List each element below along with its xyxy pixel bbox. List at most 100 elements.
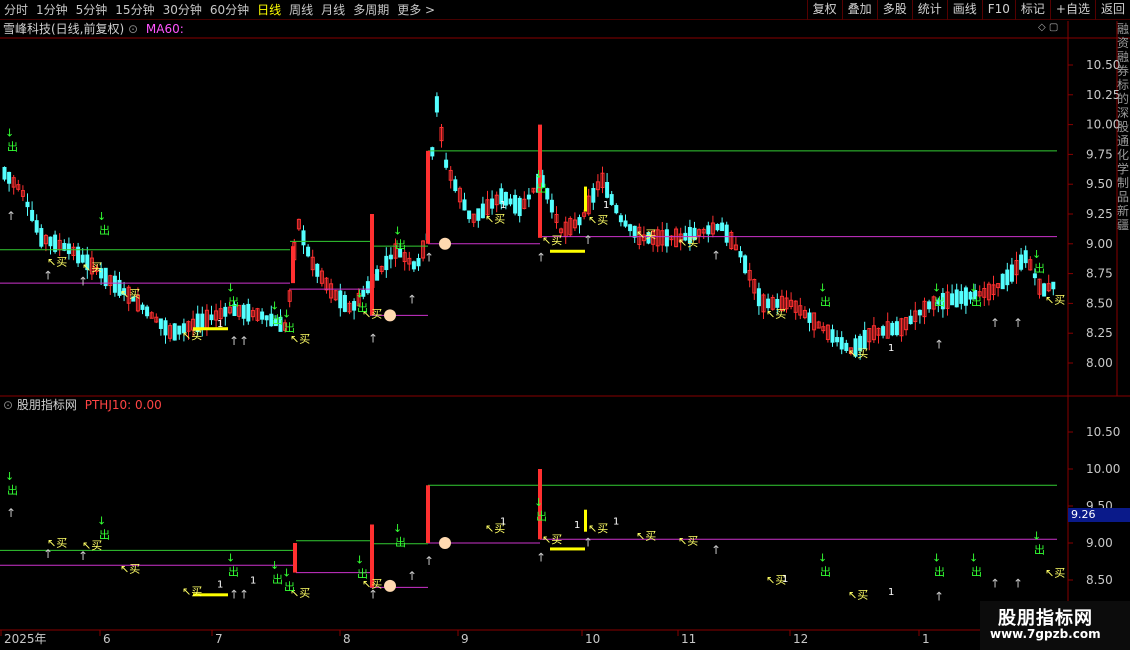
ind-sell-signal: 出 [228, 565, 239, 579]
ind-y-tick: 8.50 [1086, 573, 1113, 587]
main-y-tick: 9.00 [1086, 237, 1113, 251]
candle-body [664, 229, 669, 247]
sell-arrow-icon: ↓ [818, 281, 827, 294]
sell-arrow-icon: ↓ [355, 287, 364, 300]
sell-signal: 出 [971, 294, 982, 308]
candle-body [7, 171, 12, 184]
candle-body [807, 312, 812, 323]
candle-body [715, 223, 720, 231]
ind-sell-arrow-icon: ↓ [355, 554, 364, 567]
candle-body [30, 209, 35, 221]
candle-body [1009, 264, 1014, 282]
signal-bar [426, 150, 430, 244]
ind-sell-arrow-icon: ↓ [534, 496, 543, 509]
sell-arrow-icon: ↓ [393, 224, 402, 237]
ind-red-up-arrow-icon: ↑ [711, 543, 721, 557]
candle-body [623, 220, 628, 227]
candle-body [163, 320, 168, 336]
candle-body [549, 199, 554, 213]
one-label: 1 [217, 319, 223, 330]
candle-body [140, 304, 145, 310]
buy-signal: ↖买 [678, 236, 698, 249]
sell-arrow-icon: ↓ [932, 281, 941, 294]
ind-one-label: 1 [574, 520, 580, 531]
candle-body [462, 199, 467, 211]
signal-bar [370, 214, 374, 316]
buy-signal: ↖买 [120, 287, 140, 300]
kline-chart[interactable]: 10.50 10.25 10.00 9.75 9.50 9.25 9.00 8.75 8.50 8… [0, 0, 1130, 650]
candle-body [200, 313, 205, 329]
candle-body [209, 314, 214, 321]
candle-body [342, 294, 347, 312]
candle-body [315, 263, 320, 277]
candle-body [158, 318, 163, 329]
ind-red-up-arrow-icon: ↑ [536, 551, 546, 565]
watermark-url: www.7gpzb.com [990, 627, 1101, 641]
red-up-arrow-icon: ↑ [1013, 316, 1023, 330]
candle-body [48, 236, 53, 247]
red-up-arrow-icon: ↑ [407, 292, 417, 306]
ind-sell-signal: 出 [395, 535, 406, 549]
candle-body [338, 290, 343, 309]
sell-arrow-icon: ↓ [1032, 248, 1041, 261]
candle-body [1000, 273, 1005, 290]
candle-body [706, 225, 711, 235]
ind-signal-bar [426, 485, 430, 543]
ind-one-label: 1 [888, 587, 894, 598]
candle-body [301, 230, 306, 246]
ind-sell-signal: 出 [1034, 542, 1045, 556]
candle-body [881, 326, 886, 336]
ind-sell-arrow-icon: ↓ [270, 559, 279, 572]
sell-signal: 出 [820, 294, 831, 308]
red-up-arrow-icon: ↑ [424, 251, 434, 265]
ind-sell-arrow-icon: ↓ [226, 552, 235, 565]
candle-body [517, 197, 522, 217]
buy-signal: ↖买 [848, 347, 868, 360]
red-up-arrow-icon: ↑ [711, 248, 721, 262]
sell-arrow-icon: ↓ [969, 281, 978, 294]
x-axis-label: 7 [215, 632, 223, 646]
ind-yellow-marker [584, 509, 587, 532]
ind-sell-signal: 出 [357, 567, 368, 581]
ind-sell-arrow-icon: ↓ [969, 552, 978, 565]
red-up-arrow-icon: ↑ [6, 209, 16, 223]
red-up-arrow-icon: ↑ [368, 332, 378, 346]
candle-body [614, 205, 619, 214]
sell-signal: 出 [284, 321, 295, 335]
ind-buy-signal: ↖买 [848, 589, 868, 602]
ind-buy-signal: ↖买 [636, 529, 656, 542]
candle-body [306, 246, 311, 257]
x-axis-label: 2025年 [4, 632, 47, 646]
buy-signal: ↖买 [636, 228, 656, 241]
candle-body [172, 323, 177, 341]
candle-body [430, 147, 435, 157]
x-axis-label: 6 [103, 632, 111, 646]
ind-y-tick: 10.00 [1086, 462, 1120, 476]
candle-body [1051, 281, 1056, 290]
candle-body [766, 298, 771, 309]
candle-body [411, 261, 416, 270]
ind-signal-bar [293, 543, 297, 573]
sell-arrow-icon: ↓ [534, 168, 543, 181]
x-axis-label: 12 [793, 632, 808, 646]
red-up-arrow-icon: ↑ [78, 275, 88, 289]
ind-one-label: 1 [250, 576, 256, 587]
candle-body [39, 228, 44, 247]
ind-red-up-arrow-icon: ↑ [368, 588, 378, 602]
red-up-arrow-icon: ↑ [239, 334, 249, 348]
ind-sell-arrow-icon: ↓ [932, 552, 941, 565]
one-label: 1 [500, 200, 506, 211]
x-axis-label: 10 [585, 632, 600, 646]
candle-body [223, 306, 228, 317]
buy-signal: ↖买 [542, 234, 562, 247]
candle-body [388, 254, 393, 260]
hand-icon [439, 237, 451, 250]
ind-one-label: 1 [782, 574, 788, 585]
candle-body [591, 188, 596, 203]
ind-red-up-arrow-icon: ↑ [990, 576, 1000, 590]
candle-body [927, 301, 932, 310]
candle-body [384, 255, 389, 271]
candle-body [467, 210, 472, 220]
main-y-tick: 10.00 [1086, 118, 1120, 132]
buy-signal: ↖买 [182, 329, 202, 342]
